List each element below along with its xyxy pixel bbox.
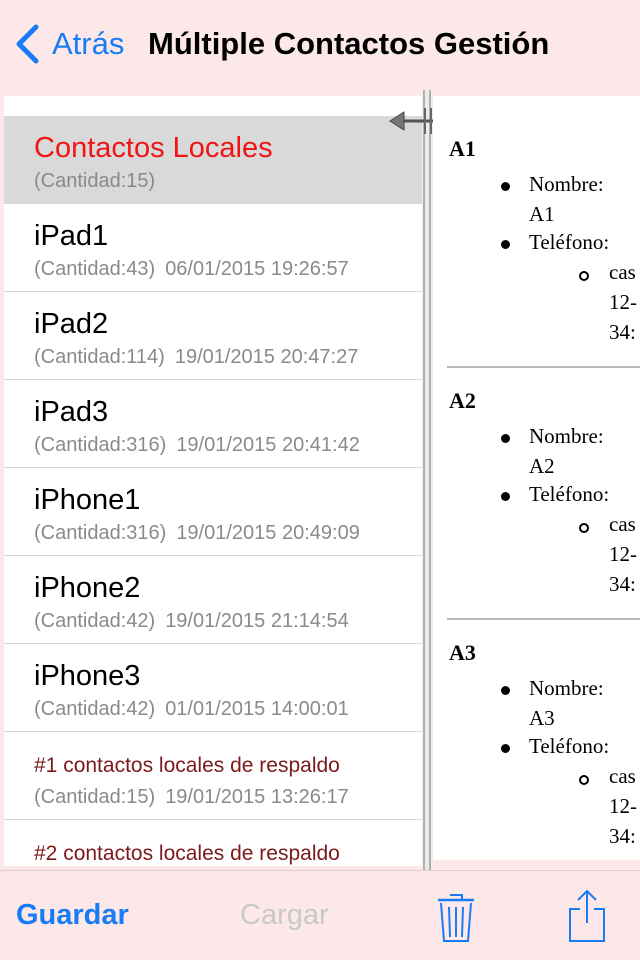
list-item-ipad3[interactable]: iPad3 (Cantidad:316) 19/01/2015 20:41:42 [4, 380, 422, 468]
list-item-count: (Cantidad:43) [34, 258, 156, 280]
share-icon[interactable] [566, 889, 608, 943]
phone-label: Teléfono: [529, 482, 610, 506]
list-item-iphone1[interactable]: iPhone1 (Cantidad:316) 19/01/2015 20:49:0… [4, 468, 422, 556]
list-item-title: #1 contactos locales de respaldo [34, 754, 340, 777]
name-label: Nombre: [529, 172, 604, 196]
list-item-date: 19/01/2015 20:47:27 [174, 346, 359, 368]
list-item-title: Contactos Locales [34, 132, 273, 164]
list-item-date: 19/01/2015 20:49:09 [176, 522, 360, 544]
save-button[interactable]: Guardar [16, 899, 129, 932]
bottom-toolbar: Guardar Cargar [0, 870, 640, 960]
list-item-backup-1[interactable]: #1 contactos locales de respaldo (Cantid… [4, 732, 422, 820]
list-item-subtitle: (Cantidad:316) 19/01/2015 20:49:09 [34, 522, 360, 545]
contact-detail-view[interactable]: A1 Nombre: A1 Teléfono: cas 12- 34: A2 N… [433, 96, 640, 860]
navigation-bar: Atrás Múltiple Contactos Gestión [0, 0, 640, 88]
contact-heading: A3 [449, 640, 476, 665]
list-item-ipad1[interactable]: iPad1 (Cantidad:43) 06/01/2015 19:26:57 [4, 204, 422, 292]
list-item-title: #2 contactos locales de respaldo [34, 842, 340, 865]
list-item-iphone2[interactable]: iPhone2 (Cantidad:42) 19/01/2015 21:14:54 [4, 556, 422, 644]
list-item-date: 19/01/2015 13:26:17 [165, 786, 349, 808]
phone-label: Teléfono: [529, 230, 610, 254]
contact-heading: A1 [449, 136, 476, 161]
list-item-subtitle: (Cantidad:114) 19/01/2015 20:47:27 [34, 346, 358, 369]
list-item-backup-2[interactable]: #2 contactos locales de respaldo [4, 820, 422, 866]
list-item-subtitle: (Cantidad:316) 19/01/2015 20:41:42 [34, 434, 360, 457]
contact-block-a2: A2 Nombre: A2 Teléfono: cas 12- 34: [433, 348, 640, 620]
circle-bullet-icon [579, 271, 589, 281]
list-item-title: iPhone3 [34, 660, 141, 692]
list-item-subtitle: (Cantidad:43) 06/01/2015 19:26:57 [34, 258, 349, 281]
phone-number: 34: [609, 320, 636, 344]
list-item-contactos-locales[interactable]: Contactos Locales (Cantidad:15) [4, 116, 422, 204]
list-item-count: (Cantidad:114) [34, 346, 165, 368]
phone-number: 12- [609, 542, 637, 566]
back-button[interactable]: Atrás [14, 22, 124, 66]
list-item-date: 19/01/2015 21:14:54 [165, 610, 349, 632]
bullet-icon [501, 744, 510, 753]
contact-heading: A2 [449, 388, 476, 413]
circle-bullet-icon [579, 775, 589, 785]
bullet-icon [501, 434, 510, 443]
list-item-subtitle: (Cantidad:42) 01/01/2015 14:00:01 [34, 698, 349, 721]
list-item-subtitle: (Cantidad:42) 19/01/2015 21:14:54 [34, 610, 349, 633]
bullet-icon [501, 240, 510, 249]
contact-block-a3: A3 Nombre: A3 Teléfono: cas 12- 34: [433, 600, 640, 852]
back-label: Atrás [52, 26, 125, 61]
bullet-icon [501, 492, 510, 501]
list-item-count: (Cantidad:316) [34, 522, 167, 544]
list-item-count: (Cantidad:15) [34, 170, 156, 192]
name-label: Nombre: [529, 676, 604, 700]
name-value: A1 [529, 202, 555, 226]
name-label: Nombre: [529, 424, 604, 448]
contact-block-a1: A1 Nombre: A1 Teléfono: cas 12- 34: [433, 96, 640, 368]
list-item-title: iPad2 [34, 308, 109, 340]
trash-icon[interactable] [436, 891, 476, 943]
list-item-date: 01/01/2015 14:00:01 [165, 698, 349, 720]
name-value: A3 [529, 706, 555, 730]
list-top-spacer [4, 96, 422, 116]
source-list[interactable]: Contactos Locales (Cantidad:15) iPad1 (C… [4, 96, 422, 866]
name-value: A2 [529, 454, 555, 478]
phone-number: 34: [609, 824, 636, 848]
circle-bullet-icon [579, 523, 589, 533]
list-item-count: (Cantidad:316) [34, 434, 167, 456]
chevron-left-icon [16, 24, 39, 64]
list-item-iphone3[interactable]: iPhone3 (Cantidad:42) 01/01/2015 14:00:01 [4, 644, 422, 732]
phone-number: 12- [609, 794, 637, 818]
list-item-title: iPhone1 [34, 484, 141, 516]
phone-type: cas [609, 260, 636, 284]
list-item-title: iPad3 [34, 396, 109, 428]
bullet-icon [501, 686, 510, 695]
list-item-count: (Cantidad:42) [34, 698, 156, 720]
phone-label: Teléfono: [529, 734, 610, 758]
list-item-count: (Cantidad:42) [34, 610, 156, 632]
split-divider[interactable] [423, 90, 431, 870]
list-item-ipad2[interactable]: iPad2 (Cantidad:114) 19/01/2015 20:47:27 [4, 292, 422, 380]
list-item-date: 06/01/2015 19:26:57 [165, 258, 349, 280]
phone-number: 34: [609, 572, 636, 596]
list-item-date: 19/01/2015 20:41:42 [176, 434, 360, 456]
phone-type: cas [609, 512, 636, 536]
load-button: Cargar [240, 899, 329, 931]
bullet-icon [501, 182, 510, 191]
phone-type: cas [609, 764, 636, 788]
list-item-title: iPhone2 [34, 572, 141, 604]
list-item-title: iPad1 [34, 220, 109, 252]
list-item-count: (Cantidad:15) [34, 786, 156, 808]
list-item-subtitle: (Cantidad:15) 19/01/2015 13:26:17 [34, 786, 349, 809]
list-item-subtitle: (Cantidad:15) [34, 170, 155, 193]
page-title: Múltiple Contactos Gestión [148, 26, 550, 61]
phone-number: 12- [609, 290, 637, 314]
